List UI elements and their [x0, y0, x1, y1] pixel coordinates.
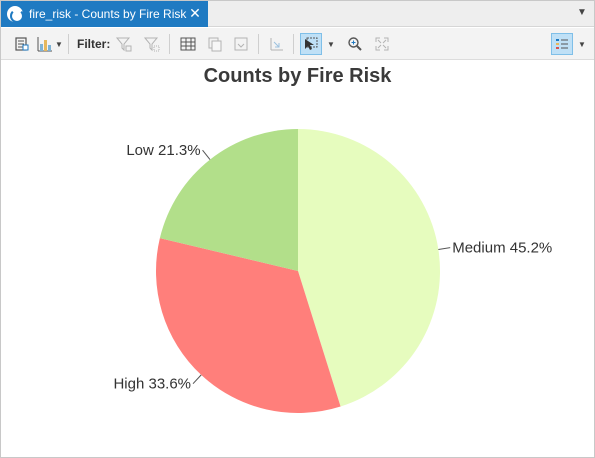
slice-label-medium: Medium 45.2%: [452, 240, 552, 257]
zoom-icon[interactable]: [344, 33, 366, 55]
toolbar-separator: [258, 34, 259, 54]
pie-chart-icon: [7, 6, 24, 23]
full-extent-icon[interactable]: [371, 33, 393, 55]
chart-area: Counts by Fire Risk Medium 45.2% High 33.…: [1, 61, 594, 457]
pie-chart: Medium 45.2% High 33.6% Low 21.3%: [113, 129, 552, 413]
leader-line-high: [192, 374, 202, 385]
tab-title: fire_risk - Counts by Fire Risk: [29, 7, 187, 21]
toolbar-separator: [68, 34, 69, 54]
chevron-down-icon[interactable]: ▼: [578, 40, 586, 49]
select-icon[interactable]: [300, 33, 322, 55]
legend-icon[interactable]: [551, 33, 573, 55]
slice-label-low: Low 21.3%: [126, 142, 200, 159]
chevron-down-icon[interactable]: ▼: [327, 40, 335, 49]
chart-window: fire_risk - Counts by Fire Risk ✕ ▼ ▼ Fi…: [0, 0, 595, 458]
copy-icon[interactable]: [204, 33, 226, 55]
close-icon[interactable]: ✕: [188, 6, 202, 20]
chart-properties-icon[interactable]: [11, 33, 33, 55]
toolbar-separator: [293, 34, 294, 54]
export-icon[interactable]: [230, 33, 252, 55]
add-chart-icon[interactable]: [34, 33, 56, 55]
filter-label: Filter:: [77, 37, 111, 51]
toolbar-separator: [169, 34, 170, 54]
undo-zoom-icon[interactable]: [265, 33, 287, 55]
filter-extent-icon[interactable]: [141, 33, 163, 55]
chevron-down-icon[interactable]: ▼: [576, 7, 588, 19]
table-icon[interactable]: [177, 33, 199, 55]
tab-bar: fire_risk - Counts by Fire Risk ✕ ▼: [1, 1, 594, 27]
leader-line-low: [202, 149, 211, 160]
chart-tab[interactable]: fire_risk - Counts by Fire Risk ✕: [1, 1, 208, 27]
chevron-down-icon[interactable]: ▼: [55, 40, 63, 49]
slice-label-high: High 33.6%: [113, 376, 191, 393]
chart-toolbar: ▼ Filter: ▼ ▼: [1, 28, 594, 60]
leader-line-medium: [438, 247, 451, 250]
filter-selection-icon[interactable]: [113, 33, 135, 55]
